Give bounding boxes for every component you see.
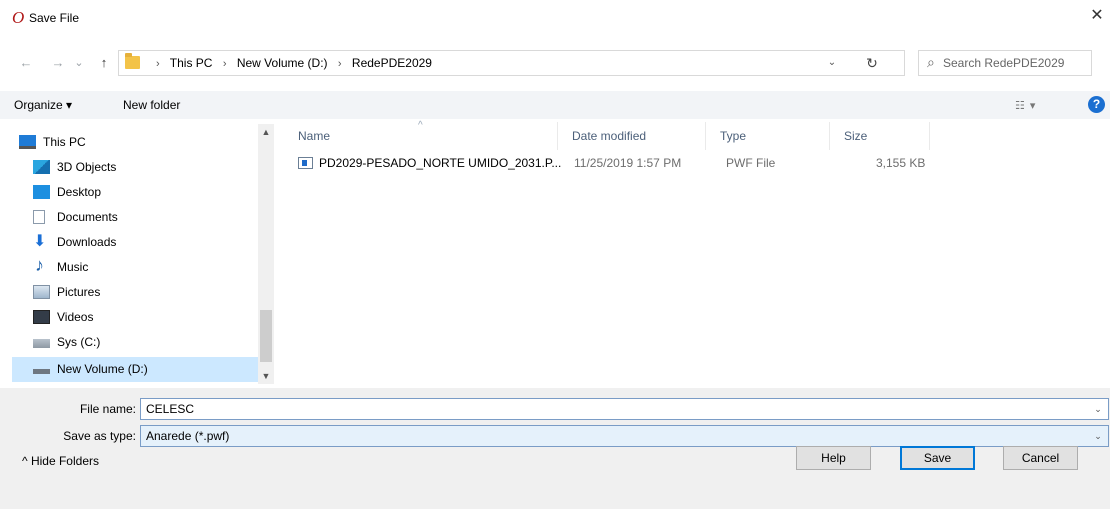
sidebar-item-label: 3D Objects (57, 160, 117, 174)
file-name: PD2029-PESADO_NORTE UMIDO_2031.P... (319, 156, 562, 170)
sidebar-item-label: This PC (43, 135, 86, 149)
file-row[interactable]: PD2029-PESADO_NORTE UMIDO_2031.P... 11/2… (284, 152, 944, 174)
save-as-type-select[interactable]: Anarede (*.pwf) ⌄ (140, 425, 1109, 447)
help-button[interactable]: Help (796, 446, 871, 470)
breadcrumb-separator-icon: › (222, 58, 227, 70)
save-as-type-value: Anarede (*.pwf) (146, 429, 230, 443)
3d-objects-icon (33, 160, 50, 174)
file-size: 3,155 KB (876, 156, 926, 170)
breadcrumb-this-pc[interactable]: This PC (170, 56, 213, 70)
file-name-value: CELESC (146, 402, 195, 416)
column-header-name[interactable]: Name ^ (284, 120, 558, 150)
downloads-icon (33, 231, 50, 251)
file-type: PWF File (726, 156, 776, 170)
sidebar-item-label: Documents (57, 210, 118, 224)
sidebar-item-desktop[interactable]: Desktop (12, 180, 258, 205)
cancel-button[interactable]: Cancel (1003, 446, 1078, 470)
title-bar: O Save File ✕ (0, 0, 1110, 36)
help-icon[interactable]: ? (1088, 96, 1105, 113)
file-name-field[interactable]: CELESC ⌄ (140, 398, 1109, 420)
sidebar-item-documents[interactable]: Documents (12, 205, 258, 230)
breadcrumb-separator-icon: › (337, 58, 342, 70)
music-icon (33, 255, 50, 276)
new-folder-button[interactable]: New folder (123, 97, 180, 113)
file-date-modified: 11/25/2019 1:57 PM (574, 156, 682, 170)
documents-icon (33, 210, 45, 224)
column-header-date-modified[interactable]: Date modified (558, 122, 706, 150)
drive-icon (33, 369, 50, 374)
sidebar-item-videos[interactable]: Videos (12, 305, 258, 330)
recent-locations-chevron-icon[interactable]: ⌄ (72, 54, 86, 72)
scroll-up-arrow-icon[interactable]: ▲ (258, 124, 274, 140)
sidebar-item-pictures[interactable]: Pictures (12, 280, 258, 305)
sidebar-item-label: Downloads (57, 235, 117, 249)
drive-icon (33, 339, 50, 348)
sidebar-item-label: New Volume (D:) (57, 362, 148, 376)
computer-icon (19, 135, 36, 149)
sidebar-item-music[interactable]: Music (12, 255, 258, 280)
up-arrow-icon[interactable]: ↑ (96, 54, 112, 72)
command-toolbar: Organize ▾ New folder ☷ ▾ ? (0, 91, 1110, 119)
file-name-label: File name: (79, 402, 136, 416)
back-arrow-icon[interactable]: ← (18, 54, 34, 72)
refresh-icon[interactable]: ↻ (859, 51, 885, 75)
chevron-down-icon[interactable]: ⌄ (1091, 399, 1105, 419)
file-list: Name ^ Date modified Type Size PD2029-PE… (284, 120, 1104, 384)
save-button[interactable]: Save (900, 446, 975, 470)
sidebar-item-new-volume-d[interactable]: New Volume (D:) (12, 357, 258, 382)
scroll-down-arrow-icon[interactable]: ▼ (258, 368, 274, 384)
pictures-icon (33, 285, 50, 299)
save-options-panel: File name: CELESC ⌄ Save as type: Anared… (0, 388, 1110, 509)
window-title: Save File (29, 11, 80, 25)
close-icon[interactable]: ✕ (1088, 6, 1106, 26)
search-placeholder: Search RedePDE2029 (943, 56, 1065, 70)
hide-folders-button[interactable]: ^ Hide Folders (22, 453, 99, 469)
column-header-type[interactable]: Type (706, 122, 830, 150)
navigation-pane: This PC 3D Objects Desktop Documents Dow… (12, 124, 274, 384)
app-logo-icon: O (12, 8, 25, 27)
sidebar-item-this-pc[interactable]: This PC (12, 130, 258, 155)
address-bar[interactable]: › This PC › New Volume (D:) › RedePDE202… (118, 50, 905, 76)
sidebar-item-label: Sys (C:) (57, 335, 101, 349)
sidebar-item-3d-objects[interactable]: 3D Objects (12, 155, 258, 180)
navigation-bar: ← → ⌄ ↑ › This PC › New Volume (D:) › Re… (0, 44, 1110, 80)
address-dropdown-chevron-icon[interactable]: ⌄ (819, 51, 845, 75)
search-icon: ⌕ (927, 54, 935, 70)
organize-button[interactable]: Organize ▾ (14, 97, 72, 113)
sidebar-item-sys-c[interactable]: Sys (C:) (12, 330, 258, 355)
column-header-size[interactable]: Size (830, 122, 930, 150)
pwf-file-icon (298, 157, 313, 169)
folder-icon (125, 53, 140, 69)
breadcrumb-redepde2029[interactable]: RedePDE2029 (352, 56, 432, 70)
sidebar-item-label: Desktop (57, 185, 102, 199)
view-options-icon[interactable]: ☷ ▾ (1015, 99, 1036, 112)
chevron-down-icon[interactable]: ⌄ (1091, 426, 1105, 446)
desktop-icon (33, 185, 50, 199)
save-as-type-label: Save as type: (63, 429, 136, 443)
scrollbar-thumb[interactable] (260, 310, 272, 362)
sidebar-item-label: Music (57, 260, 89, 274)
breadcrumb-separator-icon: › (156, 58, 160, 70)
sidebar-item-label: Pictures (57, 285, 101, 299)
forward-arrow-icon[interactable]: → (50, 54, 66, 72)
videos-icon (33, 310, 50, 324)
sidebar-item-label: Videos (57, 310, 94, 324)
breadcrumb: › This PC › New Volume (D:) › RedePDE202… (149, 51, 432, 75)
sidebar-item-downloads[interactable]: Downloads (12, 230, 258, 255)
search-input[interactable]: ⌕ Search RedePDE2029 (918, 50, 1092, 76)
breadcrumb-new-volume[interactable]: New Volume (D:) (237, 56, 328, 70)
column-header-label: Name (298, 129, 331, 143)
sidebar-scrollbar[interactable]: ▲ ▼ (258, 124, 274, 384)
sort-ascending-icon: ^ (418, 120, 423, 131)
